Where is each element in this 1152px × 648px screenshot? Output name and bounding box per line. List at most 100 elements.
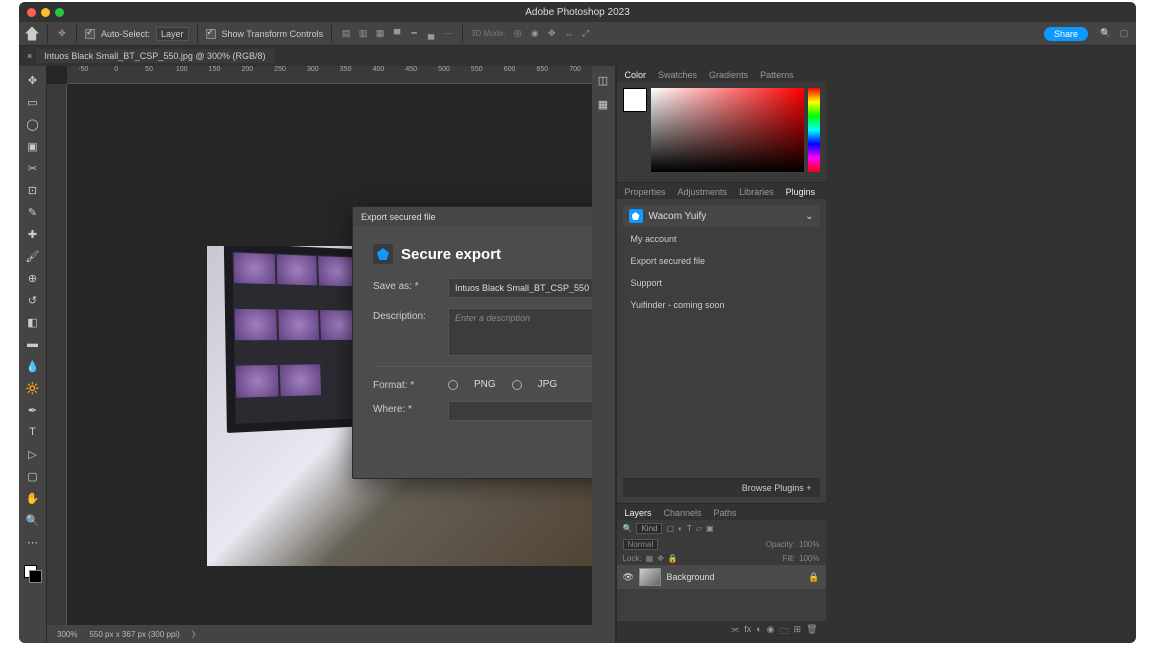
swatch-panel-icon[interactable]: ▦ [593, 94, 613, 114]
healing-tool[interactable]: ✚ [23, 224, 43, 244]
lasso-tool[interactable]: ◯ [23, 114, 43, 134]
link-layers-icon[interactable]: ⫘ [731, 624, 739, 640]
plugin-my-account[interactable]: My account [623, 229, 820, 249]
opacity-value[interactable]: 100% [799, 540, 819, 549]
history-panel-icon[interactable]: ◫ [593, 70, 613, 90]
3d-roll-icon: ◉ [529, 28, 541, 40]
dialog-title: Secure export [401, 246, 501, 263]
lock-all-icon[interactable]: 🔒 [668, 554, 678, 563]
more-align-icon[interactable]: ⋯ [442, 28, 454, 40]
share-button[interactable]: Share [1044, 27, 1088, 41]
filter-shape-icon[interactable]: ▱ [696, 524, 702, 533]
visibility-icon[interactable]: 👁 [623, 572, 633, 582]
document-tab[interactable]: Intuos Black Small_BT_CSP_550.jpg @ 300%… [36, 49, 273, 63]
move-tool-icon[interactable]: ✥ [56, 28, 68, 40]
hand-tool[interactable]: ✋ [23, 488, 43, 508]
gradient-tool[interactable]: ▬ [23, 334, 43, 354]
brush-tool[interactable]: 🖌 [23, 246, 43, 266]
description-input[interactable]: Enter a description [448, 308, 592, 356]
show-transform-checkbox[interactable] [206, 29, 216, 39]
stamp-tool[interactable]: ⊕ [23, 268, 43, 288]
search-icon[interactable]: 🔍 [1100, 28, 1112, 40]
lock-pixels-icon[interactable]: ▦ [646, 554, 654, 563]
color-picker[interactable] [617, 82, 826, 182]
align-middle-icon[interactable]: ━ [408, 28, 420, 40]
color-field[interactable] [651, 88, 804, 172]
rectangle-tool[interactable]: ▢ [23, 466, 43, 486]
dodge-tool[interactable]: 🔆 [23, 378, 43, 398]
new-layer-icon[interactable]: ⊞ [794, 624, 802, 640]
zoom-tool[interactable]: 🔍 [23, 510, 43, 530]
blend-mode[interactable]: Normal [623, 539, 659, 550]
filter-type-icon[interactable]: T [687, 524, 692, 533]
type-tool[interactable]: T [23, 422, 43, 442]
edit-toolbar[interactable]: ⋯ [23, 532, 43, 552]
ruler-vertical [47, 84, 67, 643]
align-center-h-icon[interactable]: ▥ [357, 28, 369, 40]
lock-label: Lock: [623, 554, 642, 563]
png-radio[interactable] [448, 380, 458, 390]
new-adjustment-icon[interactable]: ◉ [767, 624, 775, 640]
browse-plugins[interactable]: Browse Plugins + [623, 478, 820, 497]
where-input[interactable] [448, 401, 592, 421]
tab-libraries[interactable]: Libraries [737, 185, 776, 199]
tab-paths[interactable]: Paths [712, 506, 739, 520]
align-top-icon[interactable]: ▀ [391, 28, 403, 40]
eraser-tool[interactable]: ◧ [23, 312, 43, 332]
lock-position-icon[interactable]: ✥ [657, 554, 664, 563]
tab-adjustments[interactable]: Adjustments [676, 185, 730, 199]
fill-value[interactable]: 100% [799, 554, 819, 563]
frame-tool[interactable]: ⊡ [23, 180, 43, 200]
save-as-input[interactable] [448, 278, 592, 298]
plugin-yuifinder[interactable]: Yuifinder - coming soon [623, 295, 820, 315]
workspace-icon[interactable]: ▢ [1118, 28, 1130, 40]
delete-layer-icon[interactable]: 🗑 [806, 624, 817, 640]
hue-slider[interactable] [808, 88, 820, 172]
home-button[interactable] [25, 27, 39, 41]
tab-swatches[interactable]: Swatches [656, 68, 699, 82]
tab-color[interactable]: Color [623, 68, 649, 82]
object-select-tool[interactable]: ▣ [23, 136, 43, 156]
blur-tool[interactable]: 💧 [23, 356, 43, 376]
align-bottom-icon[interactable]: ▄ [425, 28, 437, 40]
maximize-icon[interactable] [55, 8, 64, 17]
tab-layers[interactable]: Layers [623, 506, 654, 520]
crop-tool[interactable]: ✂ [23, 158, 43, 178]
minimize-icon[interactable] [41, 8, 50, 17]
plugin-support[interactable]: Support [623, 273, 820, 293]
filter-smart-icon[interactable]: ▣ [706, 524, 714, 533]
layer-fx-icon[interactable]: fx [744, 624, 751, 640]
tab-gradients[interactable]: Gradients [707, 68, 750, 82]
filter-adjust-icon[interactable]: ◐ [678, 524, 683, 533]
new-group-icon[interactable]: 🗀 [780, 624, 789, 640]
layer-filter-kind[interactable]: Kind [636, 523, 662, 534]
pen-tool[interactable]: ✒ [23, 400, 43, 420]
foreground-background-colors[interactable] [23, 564, 43, 584]
tab-plugins[interactable]: Plugins [784, 185, 818, 199]
tab-channels[interactable]: Channels [662, 506, 704, 520]
close-icon[interactable] [27, 8, 36, 17]
layer-row[interactable]: 👁 Background 🔒 [617, 565, 826, 589]
eyedropper-tool[interactable]: ✎ [23, 202, 43, 222]
layer-thumbnail[interactable] [639, 568, 661, 586]
tab-patterns[interactable]: Patterns [758, 68, 796, 82]
options-bar: ✥ Auto-Select: Layer Show Transform Cont… [19, 22, 1136, 46]
path-select-tool[interactable]: ▷ [23, 444, 43, 464]
align-right-icon[interactable]: ▦ [374, 28, 386, 40]
filter-pixel-icon[interactable]: ▢ [666, 524, 674, 533]
auto-select-target[interactable]: Layer [156, 27, 189, 41]
plugin-export-secured[interactable]: Export secured file [623, 251, 820, 271]
foreground-swatch[interactable] [623, 88, 647, 112]
auto-select-checkbox[interactable] [85, 29, 95, 39]
move-tool[interactable]: ✥ [23, 70, 43, 90]
tab-properties[interactable]: Properties [623, 185, 668, 199]
layer-mask-icon[interactable]: ◐ [756, 624, 761, 640]
history-brush-tool[interactable]: ↺ [23, 290, 43, 310]
layer-name[interactable]: Background [667, 572, 715, 582]
zoom-level[interactable]: 300% [57, 630, 77, 639]
marquee-tool[interactable]: ▭ [23, 92, 43, 112]
plugin-header[interactable]: Wacom Yuify ⌄ [623, 205, 820, 227]
jpg-radio[interactable] [512, 380, 522, 390]
canvas[interactable]: -500501001502002503003504004505005506006… [47, 66, 592, 643]
align-left-icon[interactable]: ▤ [340, 28, 352, 40]
